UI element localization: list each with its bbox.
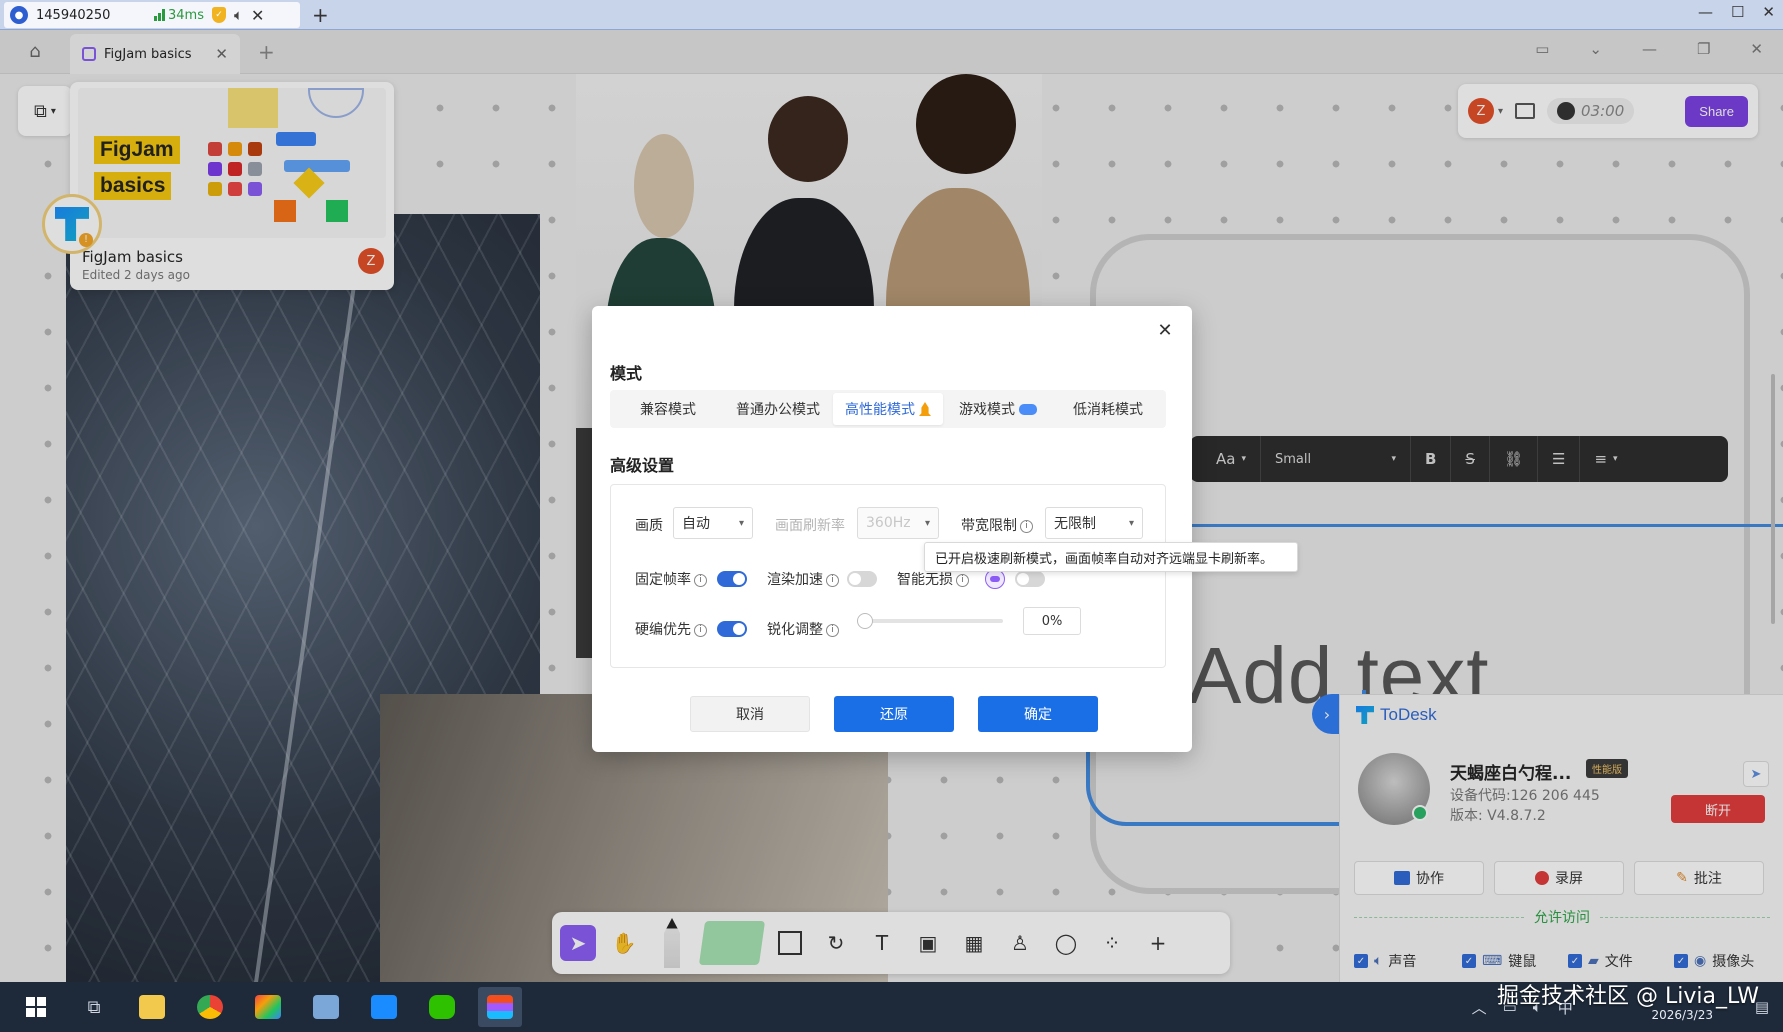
bandwidth-label-text: 带宽限制 xyxy=(961,518,1017,534)
windows-icon xyxy=(26,997,46,1017)
fixed-fps-label-text: 固定帧率 xyxy=(635,572,691,588)
quality-select[interactable]: 自动 ▾ xyxy=(673,507,753,539)
chevron-down-icon: ▾ xyxy=(738,517,744,529)
chevron-down-icon: ▾ xyxy=(924,517,930,529)
quality-label: 画质 xyxy=(635,518,663,534)
wechat-icon[interactable] xyxy=(420,987,464,1027)
task-view-icon[interactable]: ⧉ xyxy=(72,987,116,1027)
signal-icon xyxy=(154,9,165,21)
info-icon[interactable]: i xyxy=(1020,519,1033,533)
shield-icon[interactable]: ✓ xyxy=(211,7,226,23)
quality-value: 自动 xyxy=(682,516,710,532)
tab-office-mode[interactable]: 普通办公模式 xyxy=(723,393,833,425)
tab-compat-mode[interactable]: 兼容模式 xyxy=(613,393,723,425)
cancel-button[interactable]: 取消 xyxy=(690,696,810,732)
chevron-down-icon: ▾ xyxy=(1128,517,1134,529)
close-icon[interactable]: ✕ xyxy=(1154,320,1176,342)
sharpen-label-text: 锐化调整 xyxy=(767,622,823,638)
fixed-fps-label: 固定帧率 i xyxy=(635,569,707,589)
session-id: 145940250 xyxy=(36,7,111,23)
mode-label: 普通办公模式 xyxy=(736,402,820,418)
start-button[interactable] xyxy=(14,987,58,1027)
latency-value: 34ms xyxy=(168,7,204,23)
refresh-rate-label: 画面刷新率 xyxy=(775,518,845,534)
settings-dialog: ✕ 模式 兼容模式 普通办公模式 高性能模式 游戏模式 低消耗模式 高级设置 画… xyxy=(592,306,1192,752)
slider-handle[interactable] xyxy=(857,613,873,629)
mode-label: 低消耗模式 xyxy=(1073,402,1143,418)
advanced-heading: 高级设置 xyxy=(610,456,675,475)
figma-taskbar-icon[interactable] xyxy=(478,987,522,1027)
sharpen-value-input[interactable]: 0% xyxy=(1023,607,1081,635)
render-accel-label-text: 渲染加速 xyxy=(767,572,823,588)
info-icon[interactable]: i xyxy=(694,573,707,587)
smart-lossless-label: 智能无损 i xyxy=(897,569,969,589)
user-icon: ● xyxy=(10,6,28,24)
watermark: 掘金技术社区 @ Livia_LW xyxy=(1497,984,1759,1009)
maximize-icon[interactable]: ☐ xyxy=(1731,3,1744,21)
hw-encode-label-text: 硬编优先 xyxy=(635,622,691,638)
remote-desktop-icon[interactable] xyxy=(304,987,348,1027)
tab-performance-mode[interactable]: 高性能模式 xyxy=(833,393,943,425)
tab-game-mode[interactable]: 游戏模式 xyxy=(943,393,1053,425)
bandwidth-value: 无限制 xyxy=(1054,516,1096,532)
latency-indicator: 34ms xyxy=(154,8,204,23)
close-session-icon[interactable]: ✕ xyxy=(251,6,264,25)
new-session-icon[interactable]: + xyxy=(312,3,329,27)
taskbar-date[interactable]: 2026/3/23 xyxy=(1651,1008,1713,1022)
sharpen-slider[interactable] xyxy=(857,613,1003,629)
refresh-tooltip: 已开启极速刷新模式，画面帧率自动对齐远端显卡刷新率。 xyxy=(924,542,1298,572)
paint-icon[interactable] xyxy=(246,987,290,1027)
gamepad-icon xyxy=(1019,403,1037,415)
speaker-icon[interactable]: 🔈︎ xyxy=(234,6,243,24)
session-window-controls: — ☐ ✕ xyxy=(1698,3,1775,21)
mode-tabs: 兼容模式 普通办公模式 高性能模式 游戏模式 低消耗模式 xyxy=(610,390,1166,428)
fixed-fps-toggle[interactable] xyxy=(717,571,747,587)
restore-button[interactable]: 还原 xyxy=(834,696,954,732)
bandwidth-select[interactable]: 无限制 ▾ xyxy=(1045,507,1143,539)
remote-session-bar: ● 145940250 34ms ✓ 🔈︎ ✕ + — ☐ ✕ xyxy=(0,0,1783,30)
advanced-settings: 画质 自动 ▾ 画面刷新率 360Hz ▾ 带宽限制 i 无限制 ▾ 固定帧率 i 渲染加… xyxy=(610,484,1166,668)
mode-heading: 模式 xyxy=(610,364,643,383)
rocket-icon xyxy=(919,402,931,416)
file-explorer-icon[interactable] xyxy=(130,987,174,1027)
info-icon[interactable]: i xyxy=(956,573,969,587)
minimize-icon[interactable]: — xyxy=(1698,3,1713,21)
render-accel-toggle[interactable] xyxy=(847,571,877,587)
sharpen-label: 锐化调整 i xyxy=(767,619,839,639)
refresh-rate-select: 360Hz ▾ xyxy=(857,507,939,539)
tab-low-power-mode[interactable]: 低消耗模式 xyxy=(1053,393,1163,425)
smart-lossless-label-text: 智能无损 xyxy=(897,572,953,588)
chevron-up-icon[interactable]: ︿ xyxy=(1472,997,1487,1018)
info-icon[interactable]: i xyxy=(826,623,839,637)
session-chip[interactable]: ● 145940250 34ms ✓ 🔈︎ ✕ xyxy=(4,2,300,28)
close-icon[interactable]: ✕ xyxy=(1762,3,1775,21)
render-accel-label: 渲染加速 i xyxy=(767,569,839,589)
mode-label: 游戏模式 xyxy=(959,402,1015,418)
smart-lossless-toggle[interactable] xyxy=(1015,571,1045,587)
mode-label: 兼容模式 xyxy=(640,402,696,418)
mode-label: 高性能模式 xyxy=(845,402,915,418)
confirm-button[interactable]: 确定 xyxy=(978,696,1098,732)
bandwidth-label: 带宽限制 i xyxy=(961,515,1033,535)
info-icon[interactable]: i xyxy=(826,573,839,587)
hw-encode-label: 硬编优先 i xyxy=(635,619,707,639)
refresh-rate-value: 360Hz xyxy=(866,515,911,531)
todesk-taskbar-icon[interactable] xyxy=(362,987,406,1027)
gamepad-icon xyxy=(985,569,1005,589)
info-icon[interactable]: i xyxy=(694,623,707,637)
hw-encode-toggle[interactable] xyxy=(717,621,747,637)
chrome-icon[interactable] xyxy=(188,987,232,1027)
